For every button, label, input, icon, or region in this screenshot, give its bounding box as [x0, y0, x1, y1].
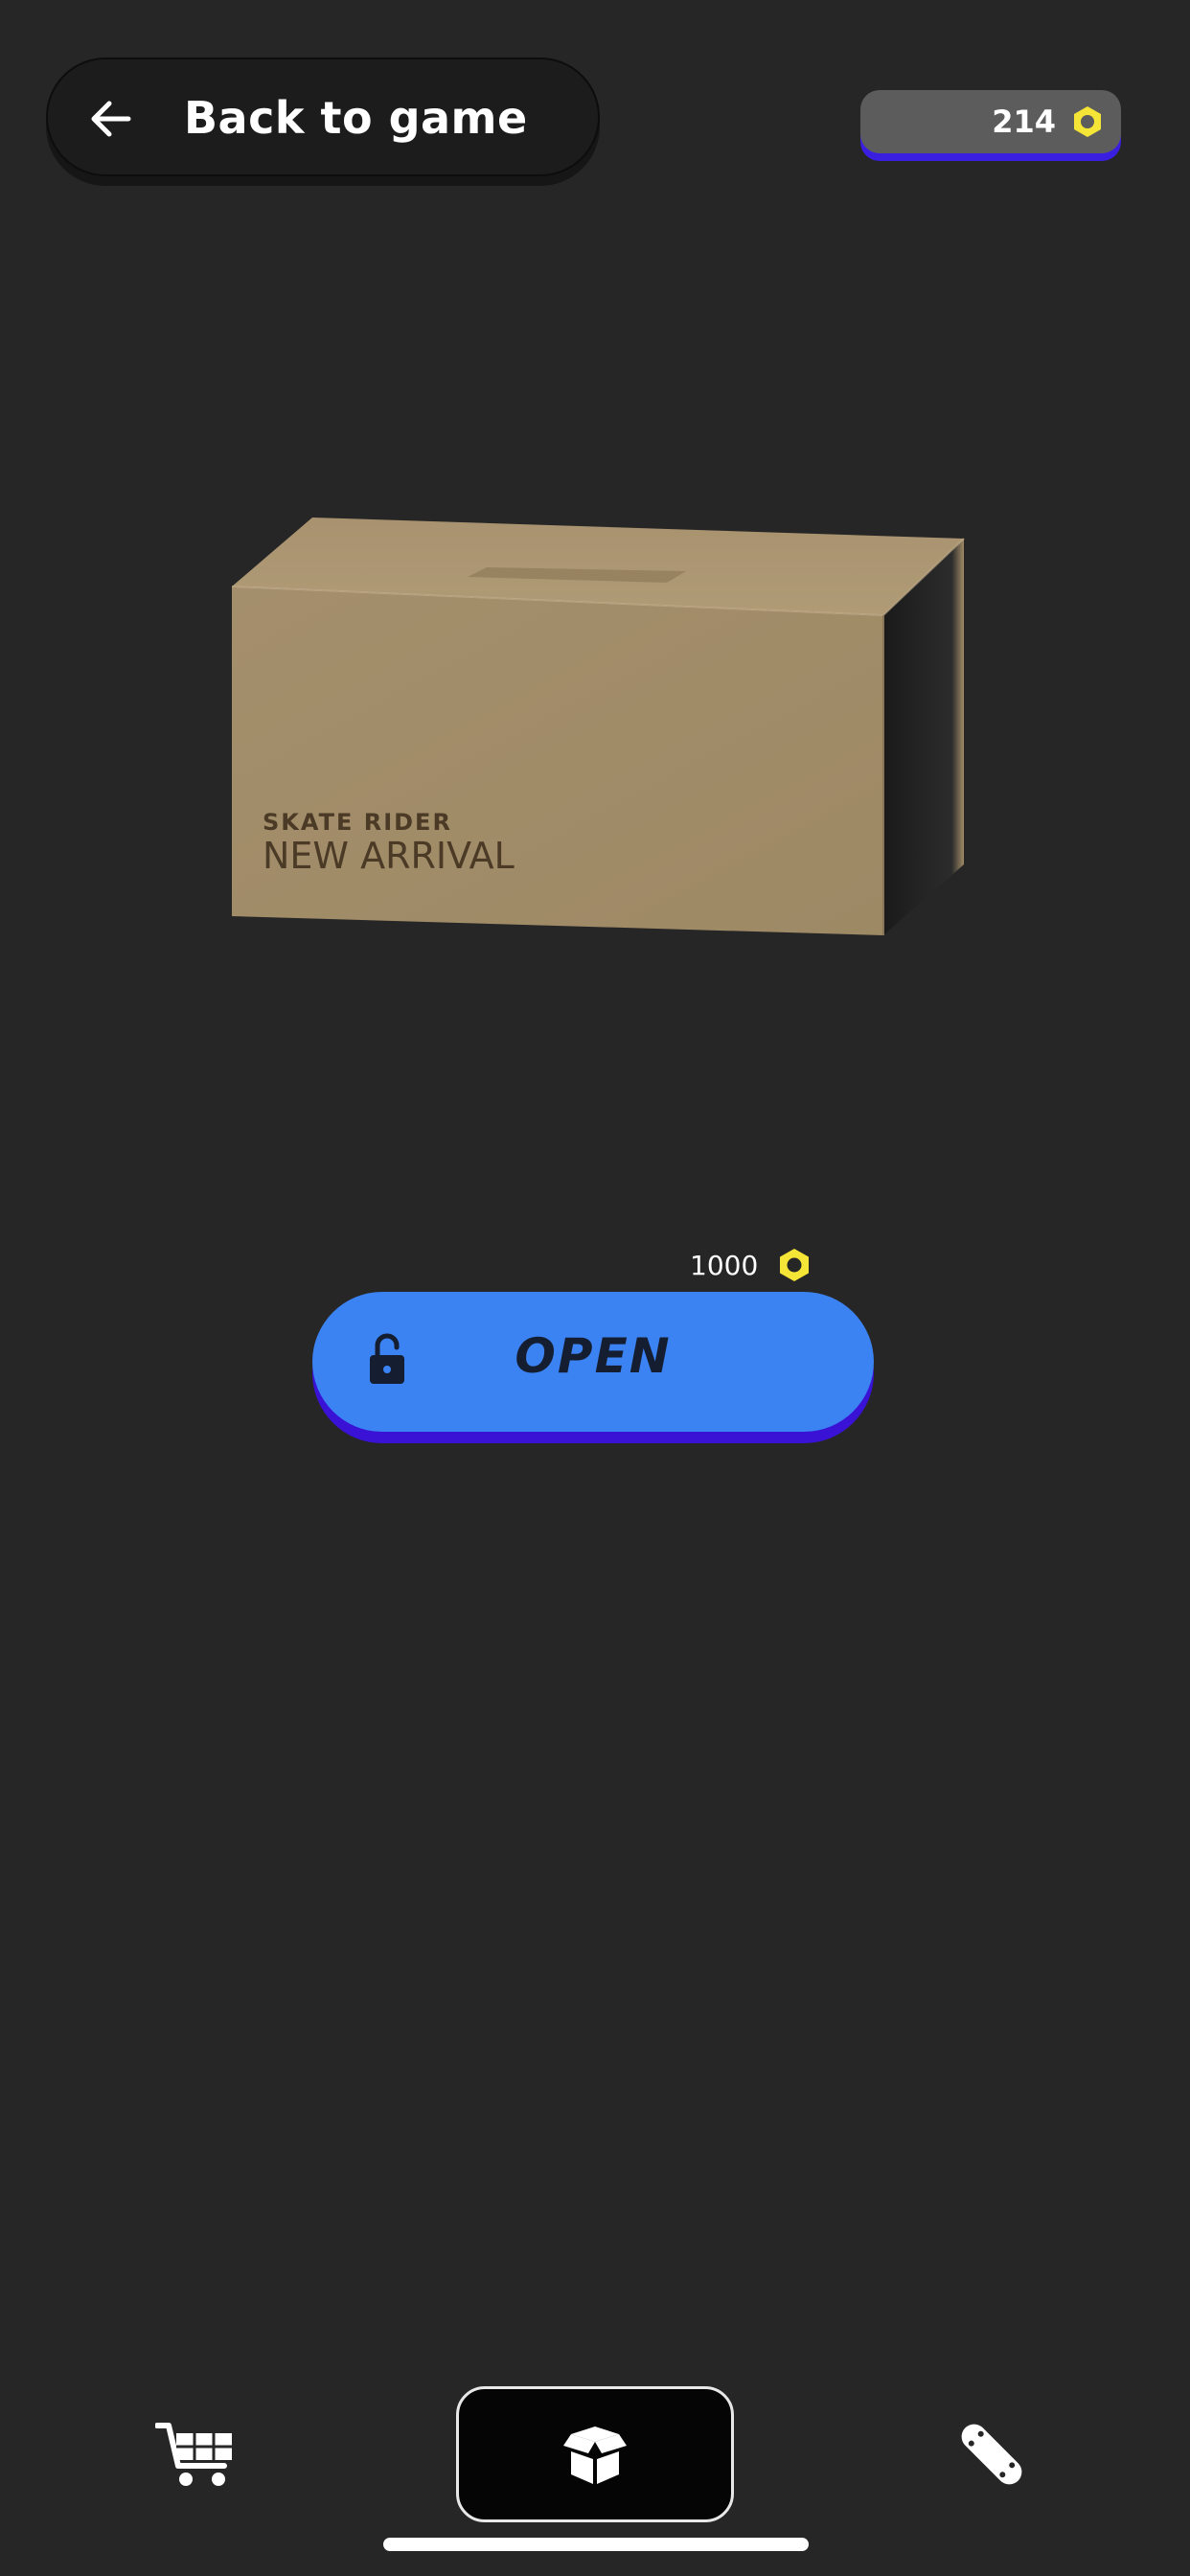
coin-balance: 214: [860, 90, 1121, 153]
open-price-amount: 1000: [690, 1249, 759, 1281]
open-price: 1000: [690, 1244, 812, 1286]
shopping-cart-icon: [155, 2423, 232, 2486]
skateboard-icon: [961, 2424, 1022, 2485]
nav-skateboard-tab[interactable]: [853, 2386, 1131, 2522]
arrow-left-icon: [91, 101, 131, 137]
home-indicator: [383, 2538, 809, 2551]
back-to-game-button[interactable]: Back to game: [46, 58, 600, 176]
mystery-box[interactable]: SKATE RIDER NEW ARRIVAL: [220, 508, 977, 949]
coin-count: 214: [992, 104, 1056, 140]
open-box-button[interactable]: OPEN: [312, 1292, 874, 1432]
nav-shop-tab[interactable]: [57, 2386, 335, 2522]
nav-box-tab[interactable]: [456, 2386, 734, 2522]
hex-nut-icon: [780, 1249, 810, 1281]
hex-nut-icon: [1074, 106, 1101, 137]
open-button-label: OPEN: [515, 1328, 672, 1384]
box-title-text: NEW ARRIVAL: [263, 835, 515, 877]
box-brand-text: SKATE RIDER: [263, 809, 452, 836]
open-box-icon: [563, 2426, 627, 2484]
back-to-game-label: Back to game: [184, 92, 528, 144]
